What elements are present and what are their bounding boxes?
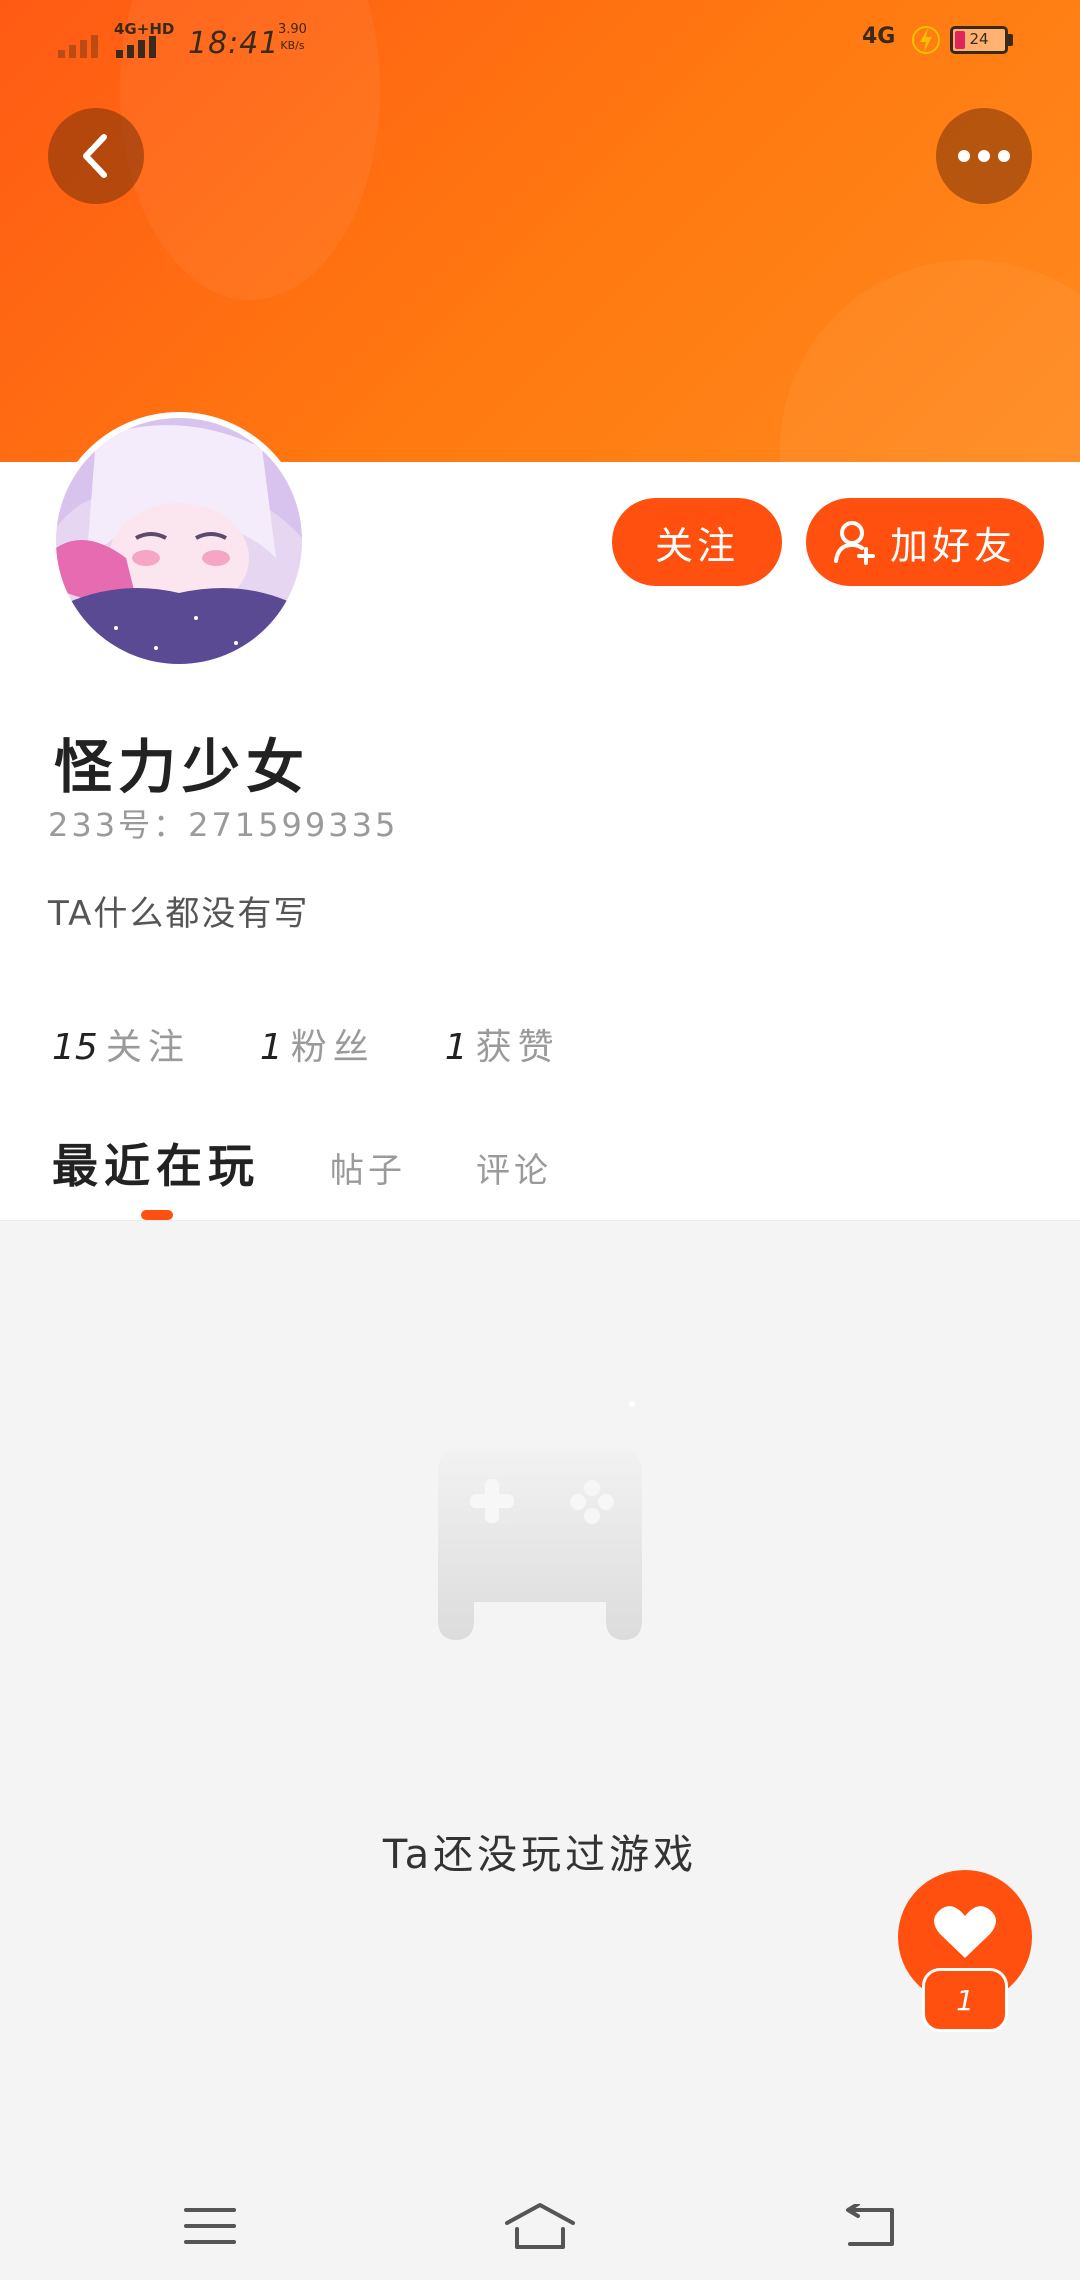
home-icon (505, 2203, 575, 2249)
charging-icon (912, 26, 940, 54)
gamepad-icon (438, 1401, 642, 1640)
battery-cap (1008, 34, 1013, 46)
tab-recent-games[interactable]: 最近在玩 (52, 1130, 260, 1196)
add-friend-button[interactable]: 加好友 (806, 498, 1044, 586)
signal-strength-icon (58, 28, 104, 58)
home-button[interactable] (500, 2196, 580, 2256)
system-back-button[interactable] (830, 2196, 910, 2256)
status-bar: 4G+HD 18:41 3.90 KB/s 4G 24 (0, 0, 1080, 90)
profile-name: 怪力少女 (54, 733, 311, 801)
stat-likes-label: 获赞 (475, 1027, 560, 1068)
heart-icon (934, 1906, 996, 1958)
tab-posts[interactable]: 帖子 (330, 1143, 406, 1192)
signal-strength-icon (116, 34, 162, 58)
banner-decoration (780, 260, 1080, 462)
menu-button[interactable] (170, 2196, 250, 2256)
stat-following-count: 15 (52, 1027, 98, 1068)
tab-content-area (0, 1220, 1080, 2181)
add-user-icon (833, 521, 875, 565)
stat-following[interactable]: 15 关注 (52, 1018, 190, 1070)
stat-likes[interactable]: 1 获赞 (445, 1018, 560, 1070)
more-horizontal-icon (958, 150, 1010, 162)
profile-tabs: 最近在玩 帖子 评论 (52, 1130, 622, 1196)
battery-icon: 24 (950, 26, 1008, 54)
back-icon (846, 2204, 894, 2246)
tab-comments[interactable]: 评论 (476, 1143, 552, 1192)
empty-state-text: Ta还没玩过游戏 (382, 1832, 698, 1878)
chevron-left-icon (83, 134, 107, 178)
stat-fans[interactable]: 1 粉丝 (260, 1018, 375, 1070)
stat-fans-count: 1 (259, 1027, 283, 1068)
stat-fans-label: 粉丝 (290, 1027, 375, 1068)
profile-stats: 15 关注 1 粉丝 1 获赞 (52, 1018, 630, 1070)
stat-likes-count: 1 (444, 1027, 468, 1068)
back-button[interactable] (48, 108, 144, 204)
follow-button-label: 关注 (654, 523, 739, 568)
like-count-badge: 1 (922, 1968, 1008, 2032)
profile-bio: TA什么都没有写 (48, 894, 310, 934)
more-button[interactable] (936, 108, 1032, 204)
avatar-image (56, 418, 302, 664)
avatar-illustration (56, 418, 302, 664)
network-type-right: 4G (862, 24, 896, 49)
stat-following-label: 关注 (105, 1027, 190, 1068)
menu-icon (184, 2208, 236, 2244)
avatar[interactable] (50, 412, 308, 670)
follow-button[interactable]: 关注 (612, 498, 782, 586)
status-time: 18:41 (188, 26, 280, 61)
network-speed-value: 3.90 (278, 22, 307, 37)
active-tab-indicator (141, 1210, 173, 1220)
add-friend-button-label: 加好友 (889, 523, 1016, 568)
battery-percent: 24 (969, 30, 989, 48)
profile-uid: 233号：271599335 (48, 806, 399, 844)
network-speed-unit: KB/s (280, 39, 305, 52)
network-speed: 3.90 KB/s (278, 22, 307, 54)
